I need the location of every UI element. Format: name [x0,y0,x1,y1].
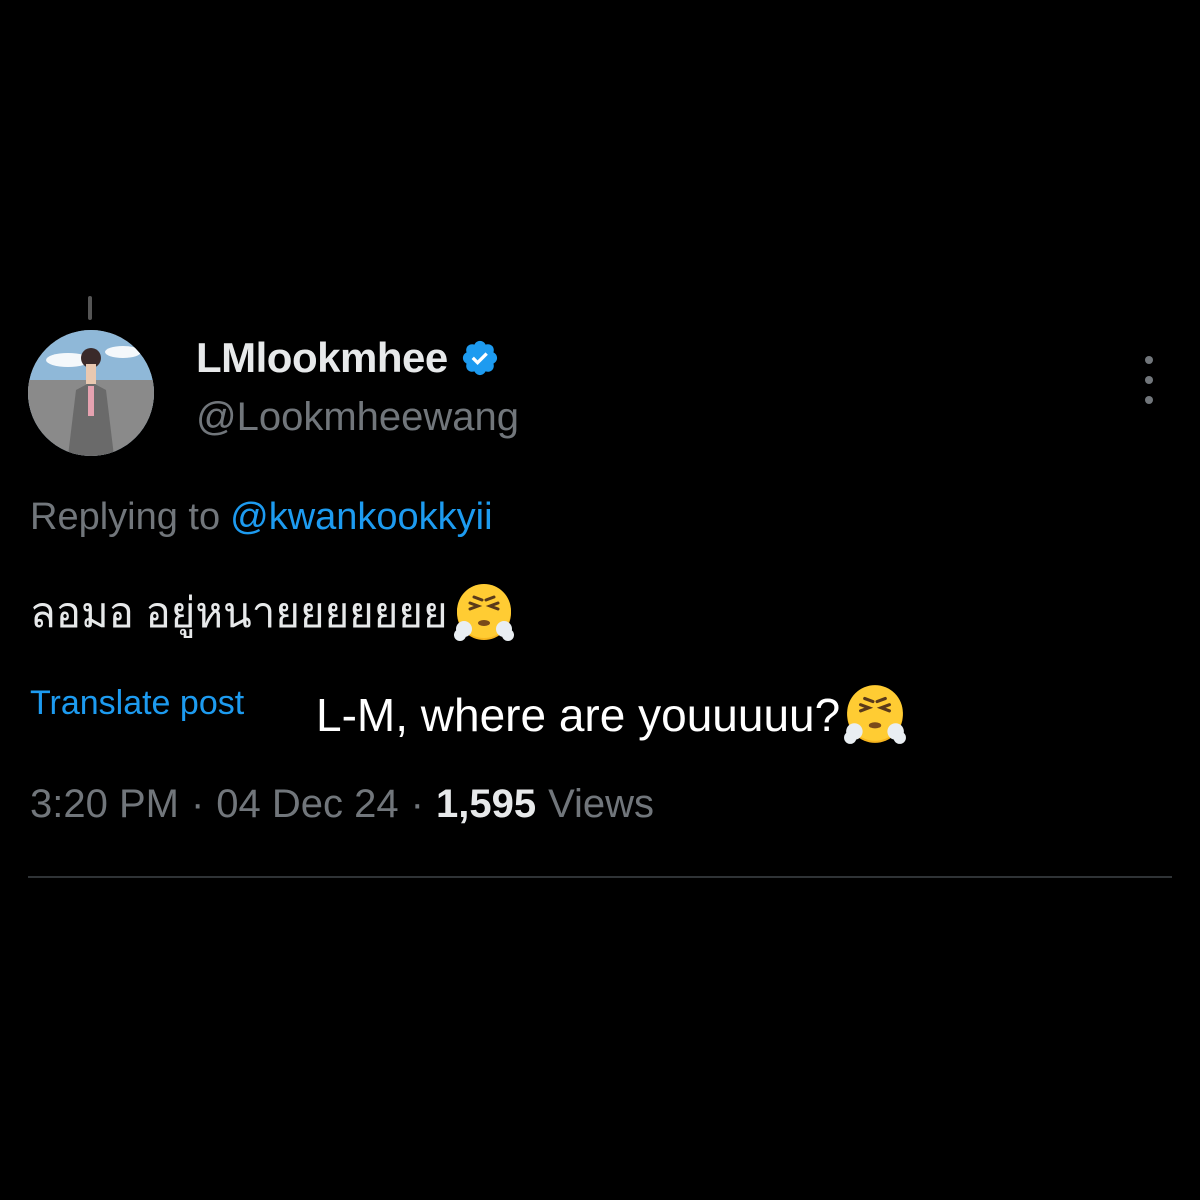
views-count: 1,595 [435,782,537,826]
more-dot [1145,356,1153,364]
verified-badge-icon [460,338,500,378]
more-dot [1145,376,1153,384]
author-display-name[interactable]: LMlookmhee [196,334,500,382]
divider [28,876,1172,878]
replying-to: Replying to @kwankookkyii [30,496,493,539]
overlay-caption-text: L-M, where are youuuuu? [316,689,841,741]
overlay-caption: L-M, where are youuuuu? [316,682,908,748]
more-dot [1145,396,1153,404]
post-meta: 3:20 PM · 04 Dec 24 · 1,595 Views [30,782,654,827]
thread-connector-line [88,296,92,320]
more-options-icon[interactable] [1132,356,1166,404]
post-text: ลอมอ อยู่หนายยยยยยย [30,589,448,636]
post-date[interactable]: 04 Dec 24 [216,782,398,827]
replying-prefix: Replying to [30,496,221,538]
views-label: Views [548,782,655,826]
post-body: ลอมอ อยู่หนายยยยยยย [30,580,516,646]
face-with-steam-icon [842,682,908,748]
translate-post-link[interactable]: Translate post [30,684,244,723]
meta-separator: · [190,782,205,826]
face-with-steam-icon [452,581,516,645]
author-handle[interactable]: @Lookmheewang [196,395,519,440]
post-time[interactable]: 3:20 PM [30,782,179,827]
author-name-text: LMlookmhee [196,334,448,381]
avatar[interactable] [28,330,154,456]
reply-mention-link[interactable]: @kwankookkyii [230,496,492,539]
meta-separator: · [410,782,424,826]
